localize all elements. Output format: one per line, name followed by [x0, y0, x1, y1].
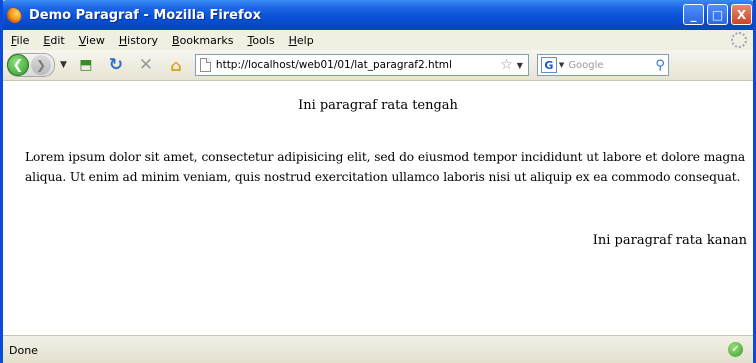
- engine-dropdown-icon[interactable]: ▼: [559, 61, 564, 69]
- url-text[interactable]: http://localhost/web01/01/lat_paragraf2.…: [216, 59, 500, 71]
- star-icon[interactable]: ☆: [500, 57, 513, 73]
- back-forward-group: ❮ ❯: [7, 53, 55, 77]
- url-dropdown-icon[interactable]: ▼: [517, 61, 523, 70]
- search-bar[interactable]: G ▼ Google ⚲: [536, 54, 669, 76]
- menu-edit[interactable]: Edit: [43, 34, 64, 47]
- search-icon[interactable]: ⚲: [655, 58, 665, 73]
- status-text: Done: [9, 343, 38, 357]
- status-bar: Done ✓: [3, 335, 753, 363]
- back-icon[interactable]: ❮: [7, 54, 29, 76]
- close-button[interactable]: X: [731, 4, 752, 25]
- window-controls: _ □ X: [683, 4, 752, 25]
- paragraph-right: Ini paragraf rata kanan: [592, 233, 747, 248]
- search-input[interactable]: Google: [568, 60, 655, 71]
- history-dropdown-icon[interactable]: ▼: [60, 60, 67, 70]
- home-icon[interactable]: ⌂: [165, 54, 187, 76]
- bookmark-add-icon[interactable]: ⬒: [75, 54, 97, 76]
- browser-window: Demo Paragraf - Mozilla Firefox _ □ X Fi…: [0, 0, 756, 363]
- forward-icon[interactable]: ❯: [31, 55, 51, 75]
- title-bar[interactable]: Demo Paragraf - Mozilla Firefox _ □ X: [3, 0, 753, 30]
- page-content: Ini paragraf rata tengah Lorem ipsum dol…: [3, 81, 753, 335]
- google-icon[interactable]: G: [540, 57, 557, 73]
- menu-file[interactable]: File: [11, 34, 29, 47]
- window-title: Demo Paragraf - Mozilla Firefox: [29, 7, 261, 23]
- status-ok-icon: ✓: [728, 342, 743, 357]
- throbber-icon: [731, 32, 747, 48]
- stop-icon[interactable]: ✕: [135, 54, 157, 76]
- url-bar[interactable]: http://localhost/web01/01/lat_paragraf2.…: [194, 54, 529, 76]
- menu-bar: File Edit View History Bookmarks Tools H…: [3, 30, 753, 50]
- paragraph-center: Ini paragraf rata tengah: [298, 98, 458, 113]
- menu-view[interactable]: View: [79, 34, 105, 47]
- navigation-toolbar: ❮ ❯ ▼ ⬒ ↻ ✕ ⌂ http://localhost/web01/01/…: [3, 50, 753, 81]
- menu-history[interactable]: History: [119, 34, 158, 47]
- paragraph-justify: Lorem ipsum dolor sit amet, consectetur …: [25, 150, 745, 184]
- menu-tools[interactable]: Tools: [247, 34, 274, 47]
- menu-help[interactable]: Help: [289, 34, 314, 47]
- reload-icon[interactable]: ↻: [105, 54, 127, 76]
- menu-bookmarks[interactable]: Bookmarks: [172, 34, 233, 47]
- minimize-button[interactable]: _: [683, 4, 704, 25]
- maximize-button[interactable]: □: [707, 4, 728, 25]
- firefox-logo-icon: [7, 7, 23, 23]
- page-icon: [199, 58, 211, 72]
